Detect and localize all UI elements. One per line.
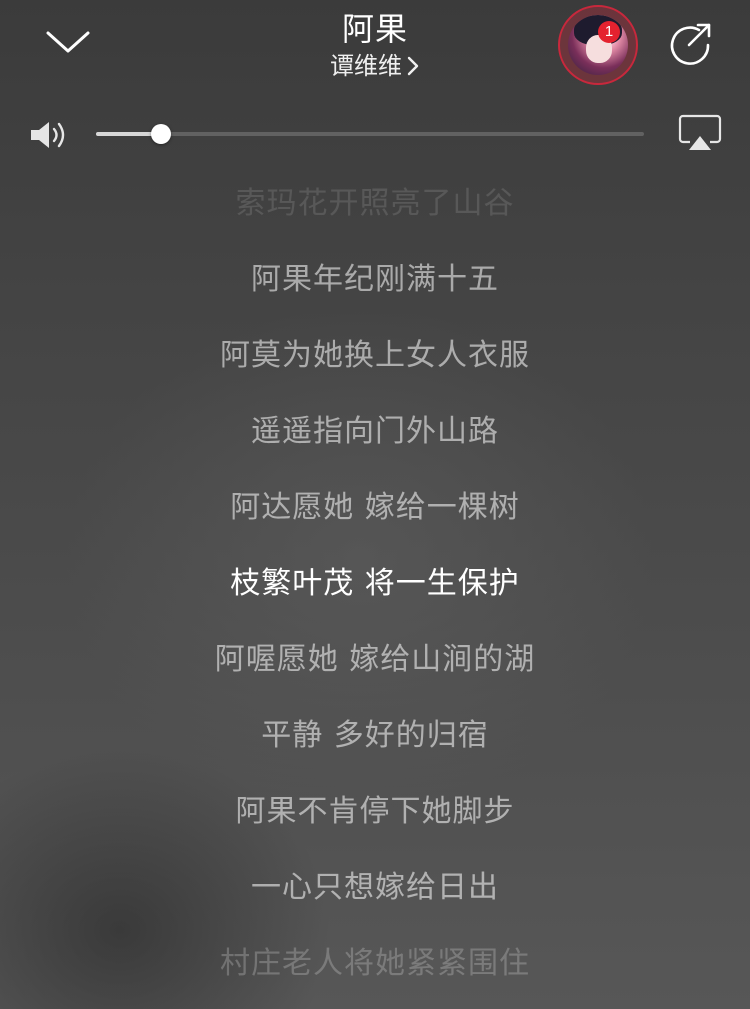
volume-control (0, 110, 750, 160)
artist-name: 谭维维 (330, 52, 402, 80)
song-title: 阿果 (341, 10, 408, 48)
share-button[interactable] (664, 20, 716, 68)
lyric-line[interactable]: 村庄老人将她紧紧围住 (0, 926, 750, 1002)
lyric-line[interactable]: 阿莫为她换上女人衣服 (0, 318, 750, 394)
lyric-line[interactable]: 遥遥指向门外山路 (0, 394, 750, 470)
lyric-line[interactable]: 一心只想嫁给日出 (0, 850, 750, 926)
lyrics-list: 索玛花开照亮了山谷 阿果年纪刚满十五 阿莫为她换上女人衣服 遥遥指向门外山路 阿达愿她 … (0, 166, 750, 1002)
speaker-icon (31, 122, 65, 148)
user-avatar-button[interactable] (558, 5, 638, 85)
notification-badge: 1 (598, 21, 620, 43)
song-info: 阿果 谭维维 (200, 8, 550, 82)
lyric-line[interactable]: 索玛花开照亮了山谷 (0, 166, 750, 242)
airplay-icon[interactable] (678, 114, 722, 154)
lyric-line[interactable]: 阿达愿她 嫁给一棵树 (0, 470, 750, 546)
lyric-line[interactable]: 阿喔愿她 嫁给山涧的湖 (0, 622, 750, 698)
volume-thumb[interactable] (150, 124, 171, 144)
lyric-line[interactable]: 平静 多好的归宿 (0, 698, 750, 774)
player-header: 阿果 谭维维 1 (0, 0, 750, 100)
avatar (568, 15, 628, 75)
chevron-right-icon (407, 56, 419, 76)
collapse-player-button[interactable] (40, 20, 96, 64)
chevron-down-icon (46, 31, 90, 53)
lyric-line[interactable]: 阿果不肯停下她脚步 (0, 774, 750, 850)
volume-slider[interactable] (96, 124, 644, 144)
share-icon (670, 23, 711, 65)
lyric-line-active[interactable]: 枝繁叶茂 将一生保护 (0, 546, 750, 622)
artist-link[interactable]: 谭维维 (330, 50, 420, 82)
lyric-line[interactable]: 阿果年纪刚满十五 (0, 242, 750, 318)
